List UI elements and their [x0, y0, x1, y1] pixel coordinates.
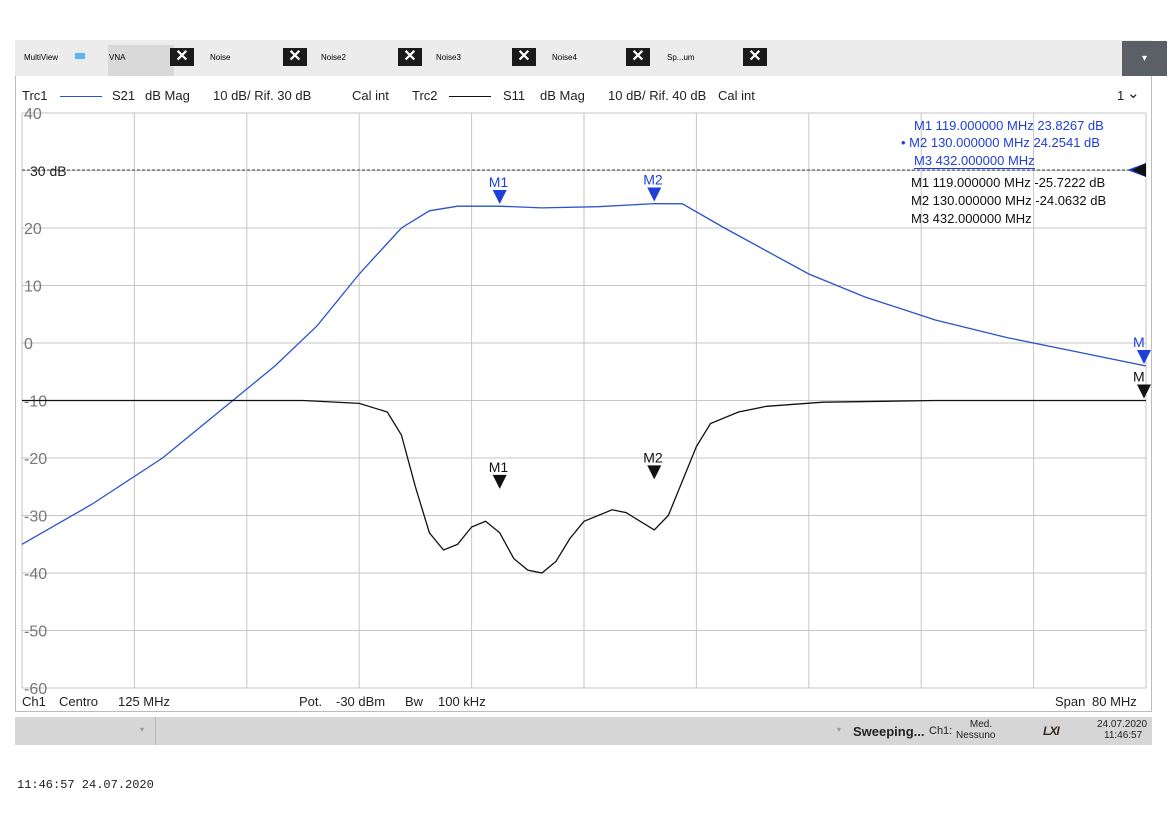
marker-m2-icon — [647, 465, 662, 480]
marker-m2-icon — [647, 187, 662, 202]
marker-label: M1 — [489, 459, 509, 475]
status-left-dropdown-icon[interactable]: ▾ — [140, 725, 144, 734]
trc1-marker-m2-readout[interactable]: • M2 130.000000 MHz 24.2541 dB — [901, 135, 1100, 150]
channel-status-label: Ch1: — [929, 725, 953, 737]
y-tick-label: 0 — [24, 336, 33, 353]
marker-m-icon — [1137, 350, 1151, 364]
channel-footer: Ch1 Centro 125 MHz Pot. -30 dBm Bw 100 k… — [15, 692, 1152, 712]
status-right-dropdown-icon[interactable]: ▾ — [837, 725, 841, 734]
marker-label: M — [1133, 334, 1145, 350]
y-tick-label: -20 — [24, 451, 47, 468]
lxi-logo-icon: LXI — [1043, 724, 1060, 738]
status-divider — [155, 717, 156, 745]
marker-m-icon — [1137, 384, 1151, 399]
average-label: Med. — [969, 719, 993, 730]
y-tick-label: 40 — [24, 106, 42, 123]
print-timestamp: 11:46:57 24.07.2020 — [17, 778, 154, 792]
bw-label: Bw — [405, 694, 424, 709]
y-tick-label: -30 — [24, 509, 47, 526]
y-tick-label: 10 — [24, 279, 42, 296]
status-date: 24.07.2020 — [1097, 719, 1148, 730]
y-tick-label: -50 — [24, 624, 47, 641]
y-axis-labels: 4020100-10-20-30-40-50-60 — [24, 106, 47, 698]
y-tick-label: -10 — [24, 394, 47, 411]
marker-group: M1 M2 M M1 M2 M — [489, 172, 1151, 489]
marker-label: M2 — [643, 449, 663, 465]
span-value[interactable]: 80 MHz — [1092, 694, 1137, 709]
trc2-marker-m2-readout[interactable]: M2 130.000000 MHz -24.0632 dB — [911, 193, 1106, 208]
trc1-marker-m3-readout[interactable]: M3 432.000000 MHz — [914, 153, 1035, 169]
power-label: Pot. — [299, 694, 323, 709]
channel-label[interactable]: Ch1 — [22, 694, 46, 709]
marker-m1-icon — [492, 189, 507, 204]
trc2-marker-m3-readout[interactable]: M3 432.000000 MHz — [911, 211, 1032, 226]
trc2-marker-m1-readout[interactable]: M1 119.000000 MHz -25.7222 dB — [911, 175, 1105, 190]
center-value[interactable]: 125 MHz — [118, 694, 170, 709]
y-tick-label: -40 — [24, 566, 47, 583]
center-label: Centro — [59, 694, 99, 709]
trc2-reference-arrow-icon — [1132, 163, 1146, 177]
average-value: Nessuno — [956, 730, 996, 741]
power-value[interactable]: -30 dBm — [336, 694, 385, 709]
marker-m1-icon — [492, 474, 507, 489]
marker-label: M1 — [489, 174, 509, 190]
span-label: Span — [1055, 694, 1086, 709]
status-time: 11:46:57 — [1104, 730, 1143, 741]
bw-value[interactable]: 100 kHz — [438, 694, 486, 709]
status-bar: ▾ ▾ Sweeping... Ch1: Med. Nessuno LXI 24… — [15, 717, 1152, 745]
marker-label: M2 — [643, 172, 663, 188]
sweep-status[interactable]: Sweeping... — [853, 724, 925, 739]
marker-label: M — [1133, 369, 1145, 385]
trc1-marker-m1-readout[interactable]: M1 119.000000 MHz 23.8267 dB — [914, 118, 1104, 133]
reference-label: 30 dB — [30, 163, 67, 179]
y-tick-label: 20 — [24, 221, 42, 238]
